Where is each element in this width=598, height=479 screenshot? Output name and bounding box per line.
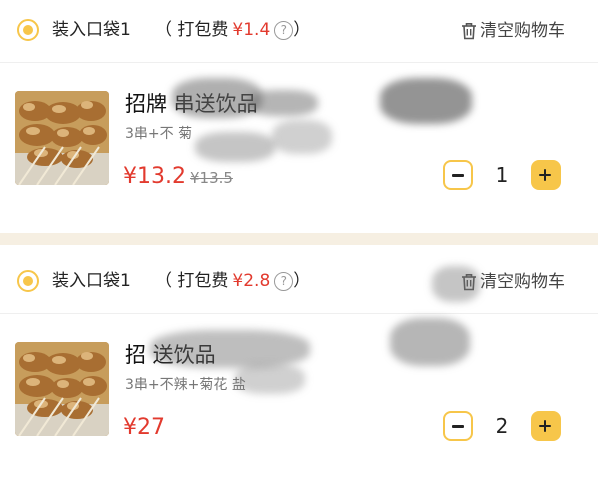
bag-name: 装入口袋1: [52, 271, 131, 291]
quantity-value: 2: [495, 414, 509, 438]
minus-icon: [452, 425, 464, 428]
plus-icon-vertical: [543, 419, 547, 432]
quantity-stepper: 2: [443, 411, 561, 441]
minus-button[interactable]: [443, 411, 473, 441]
price-row: ¥27: [123, 414, 169, 442]
radio-selected-icon[interactable]: [17, 19, 39, 41]
clear-cart-label: 清空购物车: [480, 21, 565, 41]
quantity-stepper: 1: [443, 160, 561, 190]
product-spec: 3串+不 菊: [125, 126, 193, 142]
pack-fee-label: （ 打包费: [155, 20, 229, 40]
plus-button[interactable]: [531, 160, 561, 190]
product-title: 招 送饮品: [125, 343, 216, 367]
minus-icon: [452, 174, 464, 177]
skewer-photo: [15, 342, 109, 436]
pack-fee-label: （ 打包费: [155, 271, 229, 291]
clear-cart-label: 清空购物车: [480, 272, 565, 292]
price-row: ¥13.2 ¥13.5: [123, 163, 233, 191]
bag-name: 装入口袋1: [52, 20, 131, 40]
pack-fee-price: ¥2.8: [232, 271, 271, 291]
product-image[interactable]: [15, 91, 109, 185]
clear-cart-button[interactable]: 清空购物车: [460, 20, 565, 42]
bag-header: 装入口袋1 （ 打包费 ¥1.4?） 清空购物车: [0, 0, 598, 63]
bag-section-1: 装入口袋1 （ 打包费 ¥1.4?） 清空购物车 招牌 串送饮品 3串+不 菊 …: [0, 0, 598, 213]
quantity-value: 1: [495, 163, 509, 187]
bag-header: 装入口袋1 （ 打包费 ¥2.8?） 清空购物车: [0, 251, 598, 314]
product-spec: 3串+不辣+菊花 盐: [125, 377, 246, 393]
cart-item: 招 送饮品 3串+不辣+菊花 盐 ¥27 2: [0, 314, 598, 464]
pack-fee: （ 打包费 ¥1.4?）: [155, 19, 310, 41]
clear-cart-button[interactable]: 清空购物车: [460, 271, 565, 293]
radio-selected-icon[interactable]: [17, 270, 39, 292]
minus-button[interactable]: [443, 160, 473, 190]
pack-fee-close: ）: [293, 271, 311, 291]
trash-icon: [462, 274, 476, 291]
product-title: 招牌 串送饮品: [125, 92, 258, 116]
product-image[interactable]: [15, 342, 109, 436]
product-price: ¥13.2: [123, 164, 186, 189]
product-original-price: ¥13.5: [189, 169, 233, 187]
help-icon[interactable]: ?: [274, 21, 294, 40]
section-divider: [0, 233, 598, 245]
product-price: ¥27: [123, 415, 165, 440]
pack-fee-close: ）: [293, 20, 311, 40]
trash-icon: [462, 23, 476, 40]
pack-fee: （ 打包费 ¥2.8?）: [155, 270, 310, 292]
radio-dot: [23, 25, 33, 35]
plus-button[interactable]: [531, 411, 561, 441]
help-icon[interactable]: ?: [274, 272, 294, 291]
skewer-photo: [15, 91, 109, 185]
radio-dot: [23, 276, 33, 286]
cart-item: 招牌 串送饮品 3串+不 菊 ¥13.2 ¥13.5 1: [0, 63, 598, 213]
plus-icon-vertical: [543, 168, 547, 181]
bag-section-2: 装入口袋1 （ 打包费 ¥2.8?） 清空购物车 招 送饮品 3串+不辣+菊花 …: [0, 251, 598, 464]
pack-fee-price: ¥1.4: [232, 20, 271, 40]
